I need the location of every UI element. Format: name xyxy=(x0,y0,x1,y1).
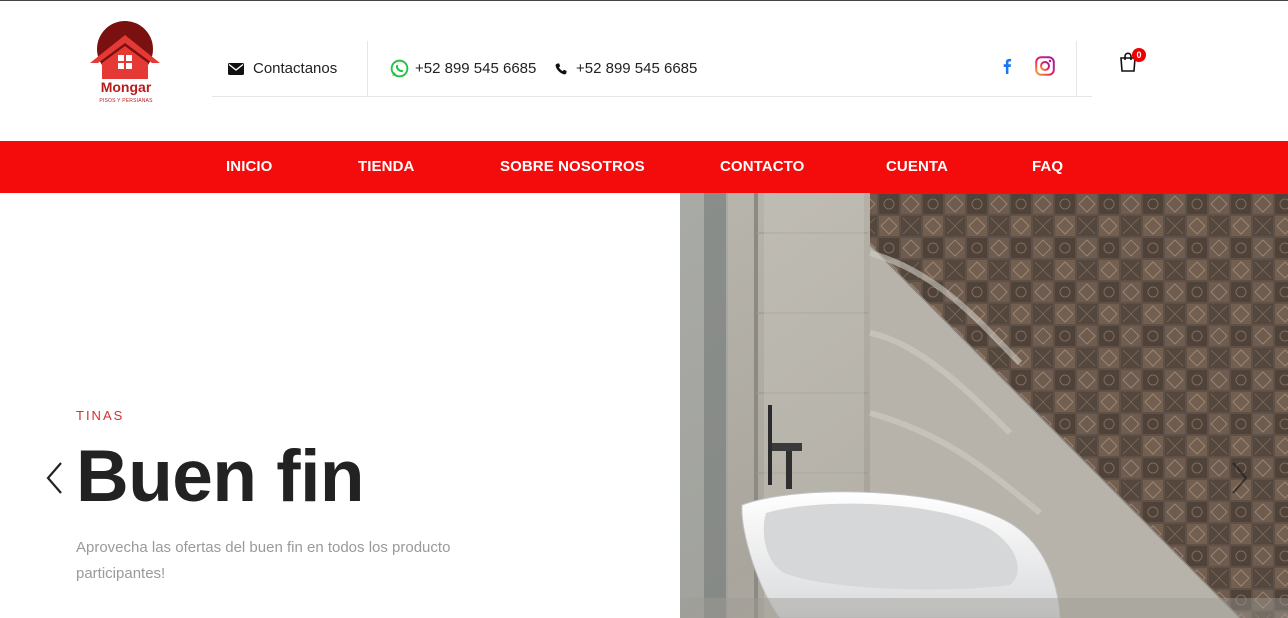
contact-info-bar: Contactanos +52 899 545 6685 +52 899 545… xyxy=(212,41,1092,97)
contact-link[interactable]: Contactanos xyxy=(228,41,337,96)
nav-item-inicio[interactable]: INICIO xyxy=(226,141,272,193)
slider-next-button[interactable] xyxy=(1228,461,1250,500)
slide-title: Buen fin xyxy=(76,436,364,517)
site-header: Mongar PISOS Y PERSIANAS Contactanos +52… xyxy=(0,1,1288,141)
instagram-icon xyxy=(1035,56,1055,81)
cart-count-badge: 0 xyxy=(1132,48,1146,62)
chevron-left-icon xyxy=(44,462,66,499)
envelope-icon xyxy=(228,62,244,75)
phone-number: +52 899 545 6685 xyxy=(576,60,698,77)
whatsapp-link[interactable]: +52 899 545 6685 xyxy=(390,41,536,96)
divider xyxy=(367,41,368,96)
phone-icon xyxy=(555,62,567,75)
whatsapp-icon xyxy=(390,59,409,78)
nav-item-faq[interactable]: FAQ xyxy=(1032,141,1063,193)
bathtub-image xyxy=(680,193,1288,618)
divider xyxy=(1076,41,1077,96)
facebook-icon xyxy=(1002,58,1012,79)
phone-link[interactable]: +52 899 545 6685 xyxy=(555,41,697,96)
whatsapp-number: +52 899 545 6685 xyxy=(415,60,537,77)
brand-name: Mongar xyxy=(100,79,152,95)
hero-slider: TINAS Buen fin Aprovecha las ofertas del… xyxy=(0,193,1288,618)
chevron-right-icon xyxy=(1228,462,1250,499)
brand-logo[interactable]: Mongar PISOS Y PERSIANAS xyxy=(86,19,166,114)
main-nav: INICIO TIENDA SOBRE NOSOTROS CONTACTO CU… xyxy=(0,141,1288,193)
contact-label: Contactanos xyxy=(253,60,338,77)
brand-tagline: PISOS Y PERSIANAS xyxy=(99,98,153,104)
slide-category: TINAS xyxy=(76,408,125,423)
cart-button[interactable]: 0 xyxy=(1118,48,1148,77)
facebook-link[interactable] xyxy=(1002,41,1012,96)
slide-description: Aprovecha las ofertas del buen fin en to… xyxy=(76,539,451,582)
slider-prev-button[interactable] xyxy=(44,461,66,500)
house-logo-icon xyxy=(90,21,160,79)
nav-item-cuenta[interactable]: CUENTA xyxy=(886,141,948,193)
instagram-link[interactable] xyxy=(1035,41,1055,96)
nav-item-tienda[interactable]: TIENDA xyxy=(358,141,414,193)
nav-item-sobre-nosotros[interactable]: SOBRE NOSOTROS xyxy=(500,141,645,193)
nav-item-contacto[interactable]: CONTACTO xyxy=(720,141,804,193)
